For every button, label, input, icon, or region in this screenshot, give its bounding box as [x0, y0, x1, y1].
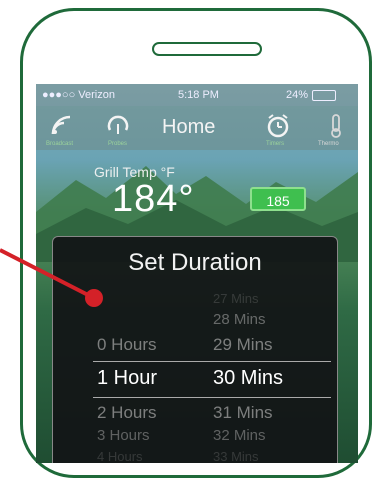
timers-label: Timers	[266, 141, 285, 147]
minutes-option[interactable]: 28 Mins	[213, 311, 323, 328]
carrier-label: ●●●○○ Verizon	[42, 89, 115, 101]
minutes-option[interactable]: 27 Mins	[213, 291, 323, 306]
modal-title: Set Duration	[128, 249, 262, 276]
battery-icon	[312, 90, 336, 101]
probes-label: Probes	[108, 141, 128, 147]
minutes-option[interactable]: 29 Mins	[213, 335, 323, 355]
minutes-selected[interactable]: 30 Mins	[213, 367, 323, 390]
selection-line-bottom	[93, 397, 331, 398]
selection-line-top	[93, 361, 331, 362]
hours-selected[interactable]: 1 Hour	[97, 367, 187, 390]
broadcast-icon[interactable]	[48, 112, 76, 140]
minutes-option[interactable]: 33 Mins	[213, 449, 323, 463]
hours-option[interactable]: 4 Hours	[97, 449, 187, 463]
picker-row[interactable]: 4 Hours 33 Mins	[53, 449, 337, 463]
hours-option[interactable]: 3 Hours	[97, 427, 187, 444]
set-duration-modal: Set Duration 27 Mins 28 Mins 0 Hours 29 …	[52, 236, 338, 463]
page-title: Home	[162, 116, 216, 138]
probes-icon[interactable]	[104, 112, 132, 140]
setpoint-button[interactable]: 185	[250, 187, 306, 211]
thermo-label: Thermo	[318, 141, 339, 147]
phone-screen: ●●●○○ Verizon 5:18 PM 24% Broadcast Prob…	[36, 84, 358, 463]
time-label: 5:18 PM	[178, 89, 219, 101]
picker-row-selected[interactable]: 1 Hour 30 Mins	[53, 367, 337, 401]
alarm-clock-icon[interactable]	[264, 112, 292, 140]
broadcast-label: Broadcast	[46, 141, 74, 147]
hours-option[interactable]: 0 Hours	[97, 335, 187, 355]
speaker-slot	[152, 42, 262, 56]
grill-temp-value: 184°	[112, 178, 195, 220]
minutes-option[interactable]: 31 Mins	[213, 403, 323, 423]
battery-label: 24%	[286, 89, 309, 101]
picker-row[interactable]: 0 Hours 29 Mins	[53, 335, 337, 369]
minutes-option[interactable]: 32 Mins	[213, 427, 323, 444]
duration-picker[interactable]: 27 Mins 28 Mins 0 Hours 29 Mins 1 Hour 3…	[53, 291, 337, 463]
thermometer-icon[interactable]	[322, 112, 350, 140]
hours-option[interactable]: 2 Hours	[97, 403, 187, 423]
nav-bar: Broadcast Probes Home Timers Thermo	[36, 106, 358, 150]
status-bar: ●●●○○ Verizon 5:18 PM 24%	[36, 84, 358, 106]
